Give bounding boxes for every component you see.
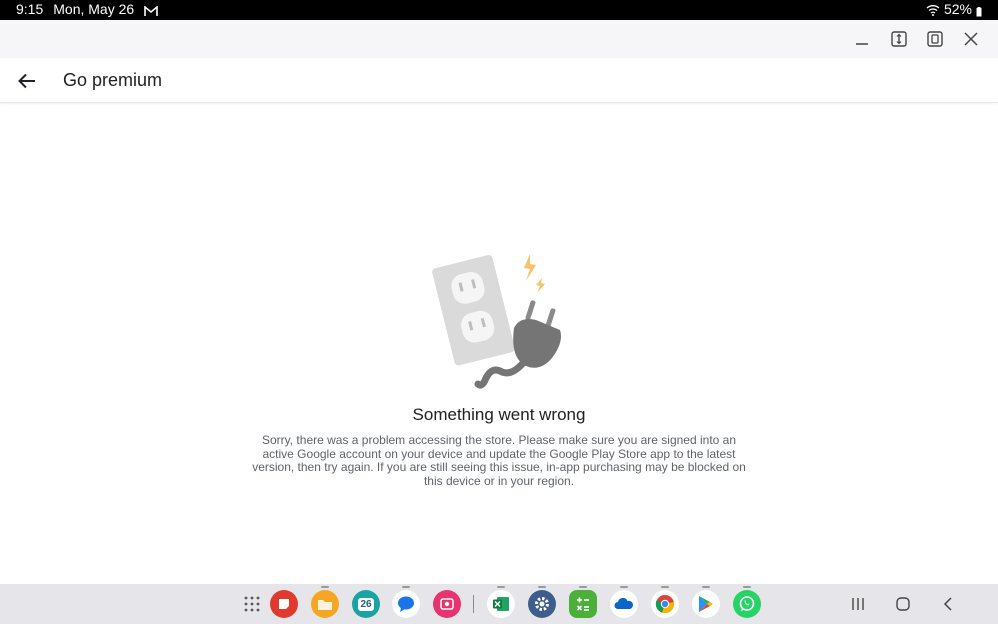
arrow-left-icon[interactable] <box>14 68 40 94</box>
back-icon[interactable] <box>938 594 958 614</box>
messages-app-icon[interactable] <box>392 590 420 618</box>
running-indicator <box>538 586 546 588</box>
screen-recorder-app-icon[interactable] <box>433 590 461 618</box>
chrome-app-icon[interactable] <box>651 590 679 618</box>
minimize-icon[interactable] <box>851 28 873 50</box>
status-date: Mon, May 26 <box>53 1 134 17</box>
running-indicator <box>321 586 329 588</box>
page-title: Go premium <box>63 70 162 91</box>
play-store-app-icon[interactable] <box>692 590 720 618</box>
status-bar: 9:15 Mon, May 26 52% <box>0 0 998 20</box>
error-message: Sorry, there was a problem accessing the… <box>248 434 750 488</box>
dock-divider <box>473 595 474 613</box>
battery-percent: 52% <box>944 1 972 17</box>
running-indicator <box>620 586 628 588</box>
gmail-icon <box>144 4 158 15</box>
my-files-app-icon[interactable] <box>311 590 339 618</box>
running-indicator <box>661 586 669 588</box>
app-bar: Go premium <box>0 58 998 103</box>
status-time: 9:15 <box>16 1 43 17</box>
error-title: Something went wrong <box>0 405 998 425</box>
onedrive-app-icon[interactable] <box>610 590 638 618</box>
running-indicator <box>579 586 587 588</box>
running-indicator <box>743 586 751 588</box>
running-indicator <box>402 586 410 588</box>
apps-grid-icon[interactable] <box>242 594 262 614</box>
calendar-app-icon[interactable]: 26 <box>352 590 380 618</box>
taskbar: 26 <box>0 584 998 624</box>
popup-view-icon[interactable] <box>924 28 946 50</box>
home-icon[interactable] <box>893 594 913 614</box>
settings-app-icon[interactable] <box>528 590 556 618</box>
wifi-icon <box>926 3 940 15</box>
sticky-notes-app-icon[interactable] <box>270 590 298 618</box>
whatsapp-app-icon[interactable] <box>733 590 761 618</box>
window-control-bar <box>0 20 998 58</box>
running-indicator <box>497 586 505 588</box>
split-screen-icon[interactable] <box>888 28 910 50</box>
calendar-date-label: 26 <box>358 598 373 611</box>
excel-app-icon[interactable] <box>487 590 515 618</box>
unplugged-outlet-illustration <box>432 250 566 392</box>
running-indicator <box>702 586 710 588</box>
calculator-app-icon[interactable] <box>569 590 597 618</box>
recents-icon[interactable] <box>848 594 868 614</box>
close-icon[interactable] <box>960 28 982 50</box>
battery-icon <box>976 4 982 14</box>
